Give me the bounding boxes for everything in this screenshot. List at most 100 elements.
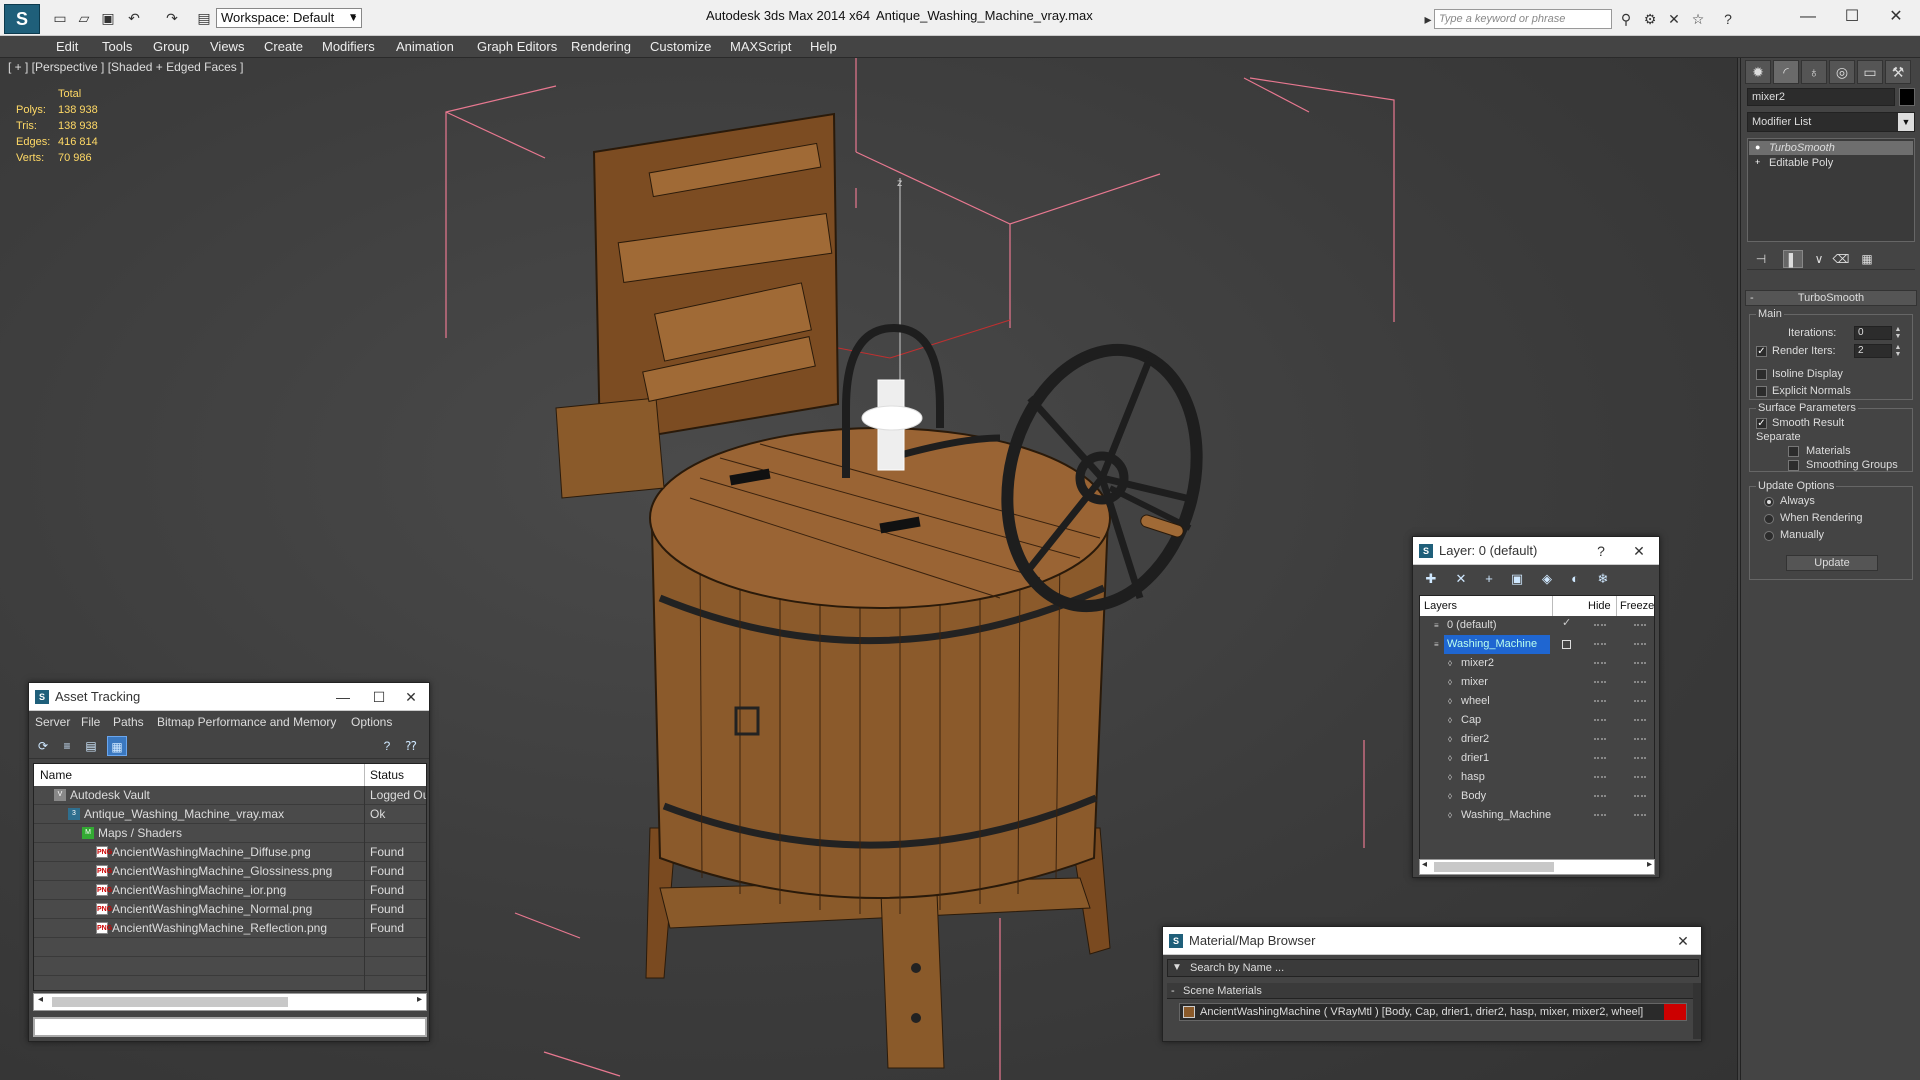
layer-row[interactable]: ≡ 0 (default) ✓ [1420,616,1654,635]
layer-row[interactable]: ◊ Washing_Machine [1420,806,1654,825]
isoline-display-checkbox[interactable] [1756,369,1767,380]
help-icon[interactable]: ? [1718,9,1738,29]
layer-row[interactable]: ◊ Body [1420,787,1654,806]
close-button[interactable]: ✕ [1669,927,1697,955]
spinner-arrows-icon[interactable]: ▲ ▼ [1894,344,1902,358]
table-row[interactable]: PNG AncientWashingMachine_Normal.png Found [34,900,426,919]
menu-server[interactable]: Server [35,715,70,729]
menu-views[interactable]: Views [210,39,244,54]
column-layers-header[interactable]: Layers [1424,600,1457,612]
pin-stack-icon[interactable]: ⊣ [1751,250,1771,268]
expand-plus-icon[interactable]: + [1755,157,1765,167]
new-file-icon[interactable]: ▭ [50,8,70,28]
modifier-list-dropdown[interactable]: Modifier List ▼ [1747,112,1915,132]
layer-name[interactable]: wheel [1458,692,1493,711]
scroll-right-icon[interactable]: ▸ [417,994,422,1005]
create-layer-icon[interactable]: ✚ [1421,569,1441,589]
freeze-toggle[interactable] [1634,719,1646,721]
menu-help[interactable]: Help [810,39,837,54]
material-search-input[interactable]: ▼ Search by Name ... [1167,959,1699,977]
hide-toggle[interactable] [1594,681,1606,683]
communication-icon[interactable]: ✕ [1664,9,1684,29]
menu-options[interactable]: Options [351,715,392,729]
smoothing-groups-checkbox[interactable] [1788,460,1799,471]
display-tab-icon[interactable]: ▭ [1857,60,1883,84]
hide-all-icon[interactable]: ◐ [1565,569,1585,589]
add-to-layer-icon[interactable]: + [1479,569,1499,589]
layer-row[interactable]: ◊ Cap [1420,711,1654,730]
save-file-icon[interactable]: ▣ [98,8,118,28]
layer-name[interactable]: hasp [1458,768,1488,787]
modify-tab-icon[interactable]: ◜ [1773,60,1799,84]
scroll-right-icon[interactable]: ▸ [1647,859,1652,870]
column-freeze-header[interactable]: Freeze [1620,600,1654,612]
make-current-box-icon[interactable] [1562,640,1571,649]
show-end-result-icon[interactable]: ▌ [1783,250,1803,268]
menu-file[interactable]: File [81,715,100,729]
maximize-button[interactable]: ☐ [365,683,393,711]
subscription-icon[interactable]: ⚙ [1640,9,1660,29]
smooth-result-checkbox[interactable]: ✓ [1756,418,1767,429]
workspace-menu-arrow-icon[interactable]: ▼ [346,8,360,28]
undo-icon[interactable]: ↶ [124,8,144,28]
refresh-icon[interactable]: ⟳ [33,736,53,756]
menu-customize[interactable]: Customize [650,39,711,54]
hide-toggle[interactable] [1594,795,1606,797]
column-hide-header[interactable]: Hide [1588,600,1611,612]
scene-materials-section[interactable]: - Scene Materials [1167,983,1693,999]
object-name-input[interactable]: mixer2 [1747,88,1895,106]
table-row[interactable]: 3 Antique_Washing_Machine_vray.max Ok [34,805,426,824]
menu-tools[interactable]: Tools [102,39,132,54]
layer-row[interactable]: ◊ hasp [1420,768,1654,787]
hide-toggle[interactable] [1594,776,1606,778]
options-menu-icon[interactable]: ▼ [1172,960,1182,976]
make-unique-icon[interactable]: ∨ [1809,250,1829,268]
hide-toggle[interactable] [1594,738,1606,740]
freeze-all-icon[interactable]: ❄ [1593,569,1613,589]
menu-animation[interactable]: Animation [396,39,454,54]
lightbulb-icon[interactable]: ● [1755,142,1765,152]
context-help-icon[interactable]: ⁇ [401,736,421,756]
table-row[interactable]: PNG AncientWashingMachine_Reflection.png F… [34,919,426,938]
select-objects-icon[interactable]: ▣ [1507,569,1527,589]
utilities-tab-icon[interactable]: ⚒ [1885,60,1911,84]
layer-horizontal-scrollbar[interactable]: ◂ ▸ [1419,859,1655,875]
scroll-left-icon[interactable]: ◂ [38,994,43,1005]
layer-name[interactable]: mixer [1458,673,1491,692]
app-logo-icon[interactable]: S [4,4,40,34]
list-view-icon[interactable]: ≡ [57,736,77,756]
freeze-toggle[interactable] [1634,624,1646,626]
update-button[interactable]: Update [1786,555,1878,571]
layer-name[interactable]: Body [1458,787,1489,806]
highlight-layer-icon[interactable]: ◈ [1537,569,1557,589]
menu-group[interactable]: Group [153,39,189,54]
layer-row[interactable]: ◊ mixer [1420,673,1654,692]
freeze-toggle[interactable] [1634,776,1646,778]
hide-toggle[interactable] [1594,719,1606,721]
layer-name[interactable]: Cap [1458,711,1484,730]
favorites-star-icon[interactable]: ☆ [1688,9,1708,29]
scroll-thumb[interactable] [52,997,288,1007]
menu-graph-editors[interactable]: Graph Editors [477,39,557,54]
table-row[interactable]: PNG AncientWashingMachine_ior.png Found [34,881,426,900]
material-browser-titlebar[interactable]: S Material/Map Browser ✕ [1163,927,1701,955]
table-row[interactable]: PNG AncientWashingMachine_Glossiness.png F… [34,862,426,881]
menu-modifiers[interactable]: Modifiers [322,39,375,54]
hide-toggle[interactable] [1594,643,1606,645]
search-input[interactable]: Type a keyword or phrase [1434,9,1612,29]
material-vertical-scrollbar[interactable] [1693,983,1701,1039]
binoculars-icon[interactable]: ⚲ [1616,9,1636,29]
motion-tab-icon[interactable]: ◎ [1829,60,1855,84]
always-radio[interactable] [1764,497,1774,507]
table-row[interactable]: M Maps / Shaders [34,824,426,843]
stack-item-editable-poly[interactable]: + Editable Poly [1749,156,1913,170]
help-icon[interactable]: ? [377,736,397,756]
freeze-toggle[interactable] [1634,700,1646,702]
hide-toggle[interactable] [1594,662,1606,664]
menu-edit[interactable]: Edit [56,39,78,54]
table-row[interactable]: V Autodesk Vault Logged Ou [34,786,426,805]
layer-name[interactable]: drier2 [1458,730,1492,749]
when-rendering-radio[interactable] [1764,514,1774,524]
object-color-swatch[interactable] [1899,88,1915,106]
open-file-icon[interactable]: ▱ [74,8,94,28]
